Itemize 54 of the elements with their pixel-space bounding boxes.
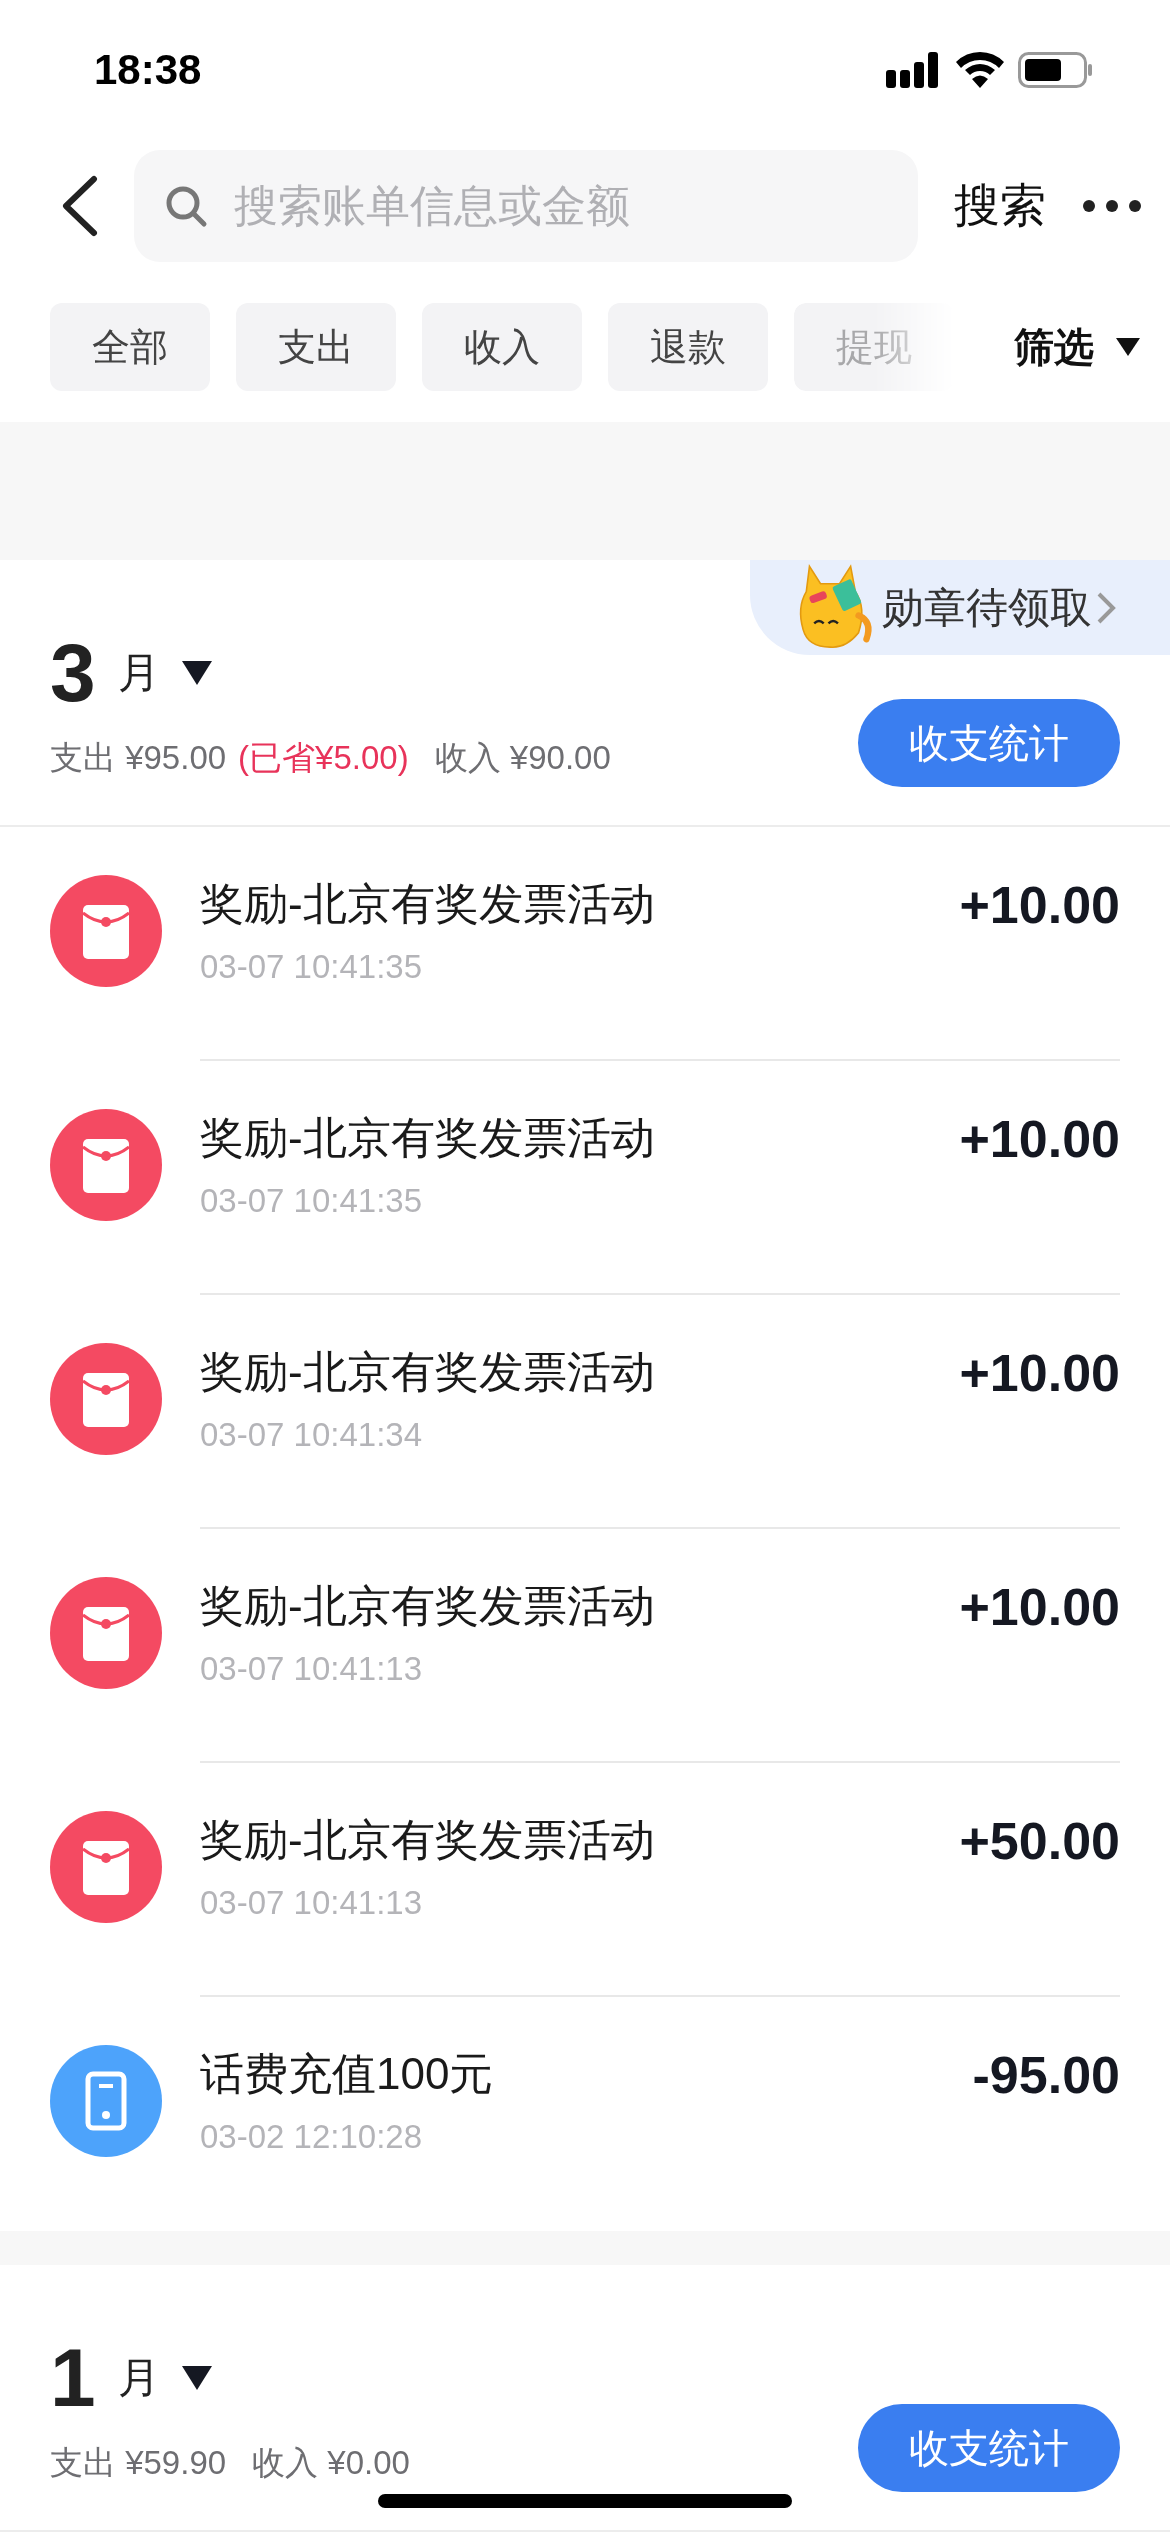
transaction-amount: +10.00 [959,875,1120,936]
caret-icon [181,2366,212,2390]
transaction-time: 03-07 10:41:35 [200,948,424,986]
month-unit: 月 [117,2353,160,2403]
battery-icon [1018,52,1092,88]
search-button[interactable]: 搜索 [954,175,1046,237]
filter-tab[interactable]: 退款 [608,303,768,391]
savings-text: (已省¥5.00) [238,738,409,778]
back-icon[interactable] [60,175,98,237]
wifi-icon [956,52,1004,88]
filter-menu-button[interactable]: 筛选 [1014,319,1140,375]
summary-text: 支出 ¥95.00 [50,738,227,778]
stats-button[interactable]: 收支统计 [858,699,1120,787]
envelope-icon [50,1109,162,1221]
filter-tab[interactable]: 支出 [236,303,396,391]
stats-button[interactable]: 收支统计 [858,2404,1120,2492]
transaction-time: 03-07 10:41:35 [200,1182,424,1220]
transaction-amount: +10.00 [959,1109,1120,1170]
filter-tab[interactable]: 收入 [422,303,582,391]
medal-banner[interactable]: 勋章待领取 [750,560,1170,655]
month-number[interactable]: 1 [50,2337,96,2419]
summary-text: 支出 ¥59.90 [50,2443,227,2483]
transaction-time: 03-07 10:41:13 [200,1650,424,1688]
transaction-time: 03-07 10:41:34 [200,1416,424,1454]
transaction-time: 03-02 12:10:28 [200,2118,424,2156]
medal-banner-text: 勋章待领取 [882,582,1092,633]
transaction-title[interactable]: 奖励-北京有奖发票活动 [200,875,655,934]
month-unit: 月 [117,648,160,698]
chevron-right-icon [1096,590,1116,625]
transaction-amount: +10.00 [959,1343,1120,1404]
summary-text: 收入 ¥0.00 [252,2443,410,2483]
search-icon [164,184,208,228]
envelope-icon [50,875,162,987]
envelope-icon [50,1343,162,1455]
transaction-title[interactable]: 奖励-北京有奖发票活动 [200,1109,655,1168]
transaction-time: 03-07 10:41:13 [200,1884,424,1922]
search-field[interactable]: 搜索账单信息或金额 [134,150,918,262]
more-icon[interactable] [1082,199,1142,213]
transaction-amount: +10.00 [959,1577,1120,1638]
transaction-title[interactable]: 话费充值100元 [200,2045,494,2104]
transaction-title[interactable]: 奖励-北京有奖发票活动 [200,1577,655,1636]
status-time: 18:38 [94,46,202,94]
month-number[interactable]: 3 [50,632,96,714]
summary-text: 收入 ¥90.00 [434,738,611,778]
caret-icon [181,661,212,685]
transaction-title[interactable]: 奖励-北京有奖发票活动 [200,1343,655,1402]
transaction-amount: -95.00 [972,2045,1120,2106]
caret-icon [1116,338,1140,356]
envelope-icon [50,1577,162,1689]
filter-tab[interactable]: 全部 [50,303,210,391]
phone-icon [50,2045,162,2157]
transaction-amount: +50.00 [959,1811,1120,1872]
transaction-title[interactable]: 奖励-北京有奖发票活动 [200,1811,655,1870]
envelope-icon [50,1811,162,1923]
